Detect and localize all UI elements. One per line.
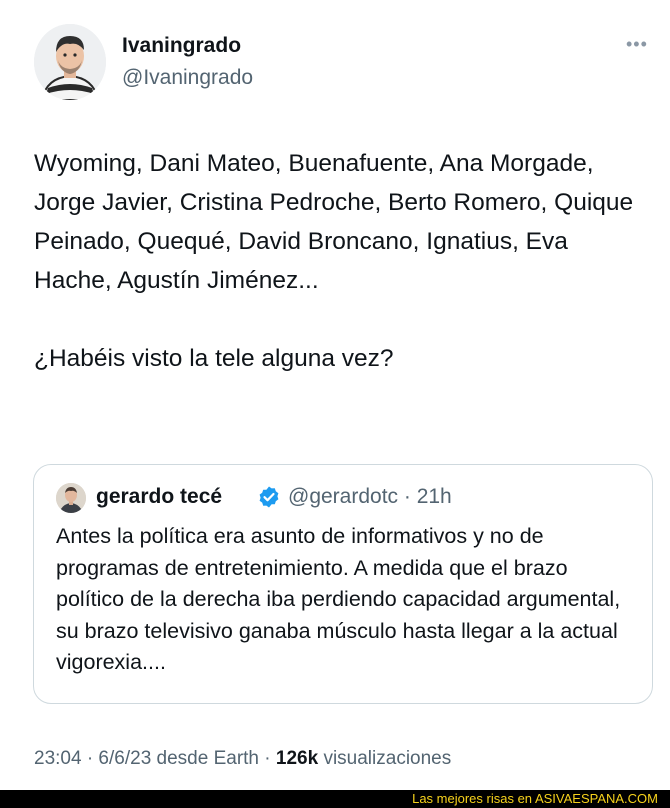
quoted-tweet-card[interactable]: gerardo tecé @gerardotc · 21h Antes la p…: [33, 464, 653, 704]
watermark-site: ASIVAESPANA.COM: [534, 791, 658, 806]
more-horizontal-icon[interactable]: •••: [626, 34, 648, 55]
tweet-meta: 23:04 · 6/6/23 desde Earth · 126k visual…: [34, 748, 451, 770]
watermark-text: Las mejores risas en ASIVAESPANA.COM: [412, 791, 658, 806]
tweet-text: Wyoming, Dani Mateo, Buenafuente, Ana Mo…: [34, 144, 646, 378]
quoted-author-name[interactable]: gerardo tecé: [96, 485, 222, 509]
quoted-tweet-text: Antes la política era asunto de informat…: [56, 524, 621, 674]
author-handle[interactable]: @Ivaningrado: [122, 66, 253, 90]
quoted-author-handle-time[interactable]: @gerardotc · 21h: [288, 485, 452, 509]
quoted-author-avatar[interactable]: [56, 483, 86, 513]
author-display-name[interactable]: Ivaningrado: [122, 34, 241, 58]
verified-badge-icon: [259, 486, 279, 508]
tweet-paragraph: Wyoming, Dani Mateo, Buenafuente, Ana Mo…: [34, 150, 634, 294]
views-count: 126k: [275, 748, 319, 769]
tweet-timestamp[interactable]: 23:04 · 6/6/23 desde Earth ·: [34, 748, 276, 769]
author-avatar[interactable]: [34, 24, 106, 100]
views-label: visualizaciones: [318, 748, 452, 769]
tweet-paragraph: ¿Habéis visto la tele alguna vez?: [34, 345, 394, 372]
watermark-bar: Las mejores risas en ASIVAESPANA.COM: [0, 790, 670, 808]
watermark-prefix: Las mejores risas en: [412, 791, 535, 806]
